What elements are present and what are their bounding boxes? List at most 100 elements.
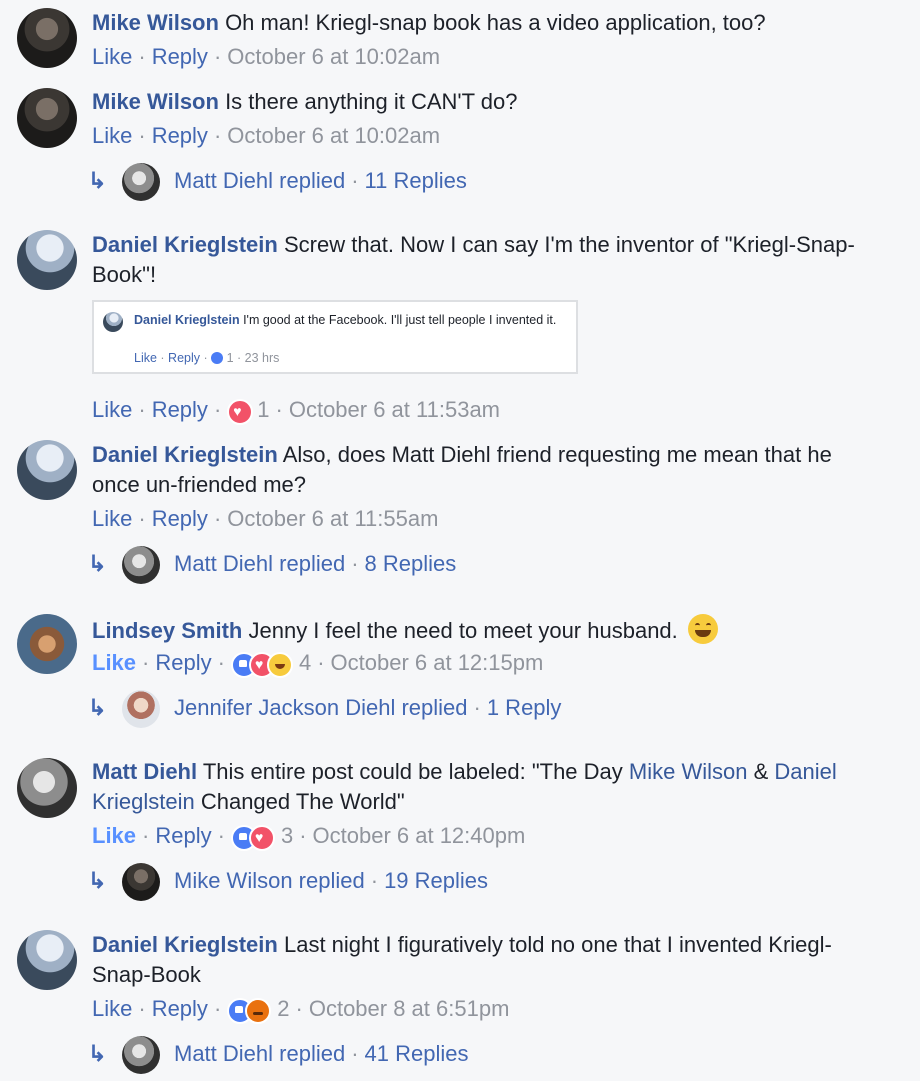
replier-avatar [122,690,160,729]
comment-body: Mike Wilson Is there anything it CAN'T d… [92,87,880,117]
comment-actions: Like · Reply · 2 · October 8 at 6:51pm [92,994,509,1024]
quoted-comment-image[interactable]: Daniel Krieglstein I'm good at the Faceb… [92,300,578,374]
quoted-like: Like [134,351,157,365]
comment-body: Mike Wilson Oh man! Kriegl-snap book has… [92,8,880,38]
reply-button[interactable]: Reply [152,397,208,422]
replier-name[interactable]: Matt Diehl replied [174,168,345,193]
comment-author[interactable]: Daniel Krieglstein [92,442,278,467]
replier-name[interactable]: Jennifer Jackson Diehl replied [174,695,468,720]
reaction-count[interactable]: 1 [257,397,269,422]
separator: · [138,996,146,1021]
avatar[interactable] [17,440,77,500]
comment-text-mid: & [747,759,775,784]
reaction-count[interactable]: 3 [281,823,293,848]
replier-name[interactable]: Matt Diehl replied [174,1041,345,1066]
separator: · [138,397,146,422]
comment-actions: Like · Reply · October 6 at 11:55am [92,504,438,534]
separator: · [317,650,325,675]
timestamp[interactable]: October 6 at 11:55am [227,506,438,531]
like-button[interactable]: Like [92,44,132,69]
separator: · [473,695,481,720]
timestamp[interactable]: October 6 at 10:02am [227,44,440,69]
separator: · [213,996,222,1021]
avatar[interactable] [17,88,77,148]
reply-count[interactable]: 11 Replies [365,168,467,193]
avatar[interactable] [17,230,77,290]
reactions[interactable] [227,998,272,1024]
separator: · [295,996,303,1021]
comment-body: Daniel Krieglstein Also, does Matt Diehl… [92,440,880,500]
replier-avatar [122,163,160,202]
replies-link[interactable]: ↳ Matt Diehl replied · 41 Replies [88,1034,469,1075]
haha-reaction-icon [266,652,293,678]
separator: · [213,506,222,531]
comment-actions: Like · Reply · October 6 at 10:02am [92,121,440,151]
reaction-count[interactable]: 2 [277,996,289,1021]
quoted-avatar [103,312,123,332]
comment-author[interactable]: Daniel Krieglstein [92,232,278,257]
reply-button[interactable]: Reply [152,123,208,148]
comment-author[interactable]: Matt Diehl [92,759,197,784]
timestamp[interactable]: October 6 at 12:40pm [313,823,526,848]
separator: · [138,123,146,148]
timestamp[interactable]: October 6 at 12:15pm [331,650,544,675]
comment-author[interactable]: Mike Wilson [92,10,219,35]
quoted-reaction-count: 1 [226,351,234,365]
avatar[interactable] [17,8,77,68]
avatar[interactable] [17,930,77,990]
comment-body: Daniel Krieglstein Last night I figurati… [92,930,880,990]
timestamp[interactable]: October 6 at 10:02am [227,123,440,148]
like-button[interactable]: Like [92,397,132,422]
replier-name[interactable]: Mike Wilson replied [174,868,365,893]
timestamp[interactable]: October 8 at 6:51pm [309,996,510,1021]
like-button[interactable]: Like [92,823,136,848]
separator: · [370,868,379,893]
separator: · [213,123,222,148]
replies-link[interactable]: ↳ Matt Diehl replied · 11 Replies [88,161,467,202]
reply-count[interactable]: 41 Replies [365,1041,469,1066]
mention-link[interactable]: Mike Wilson [629,759,748,784]
replies-link[interactable]: ↳ Mike Wilson replied · 19 Replies [88,861,488,902]
like-button[interactable]: Like [92,996,132,1021]
reactions[interactable] [230,652,293,678]
reply-button[interactable]: Reply [152,506,208,531]
quoted-reply: Reply [168,351,201,365]
like-reaction-icon [211,352,224,364]
comment-author[interactable]: Daniel Krieglstein [92,932,278,957]
avatar[interactable] [17,614,77,674]
comment-author[interactable]: Lindsey Smith [92,618,242,643]
comment-text: Oh man! Kriegl-snap book has a video app… [225,10,766,35]
reply-count[interactable]: 19 Replies [384,868,488,893]
replier-avatar [122,546,160,585]
love-reaction-icon [248,825,275,851]
reply-button[interactable]: Reply [155,823,211,848]
reply-count[interactable]: 8 Replies [365,551,457,576]
replies-link[interactable]: ↳ Jennifer Jackson Diehl replied · 1 Reply [88,688,562,729]
separator: · [138,506,146,531]
grinning-face-emoji-icon [687,614,718,644]
avatar[interactable] [17,758,77,818]
reply-button[interactable]: Reply [152,44,208,69]
like-button[interactable]: Like [92,506,132,531]
timestamp[interactable]: October 6 at 11:53am [289,397,500,422]
replies-link[interactable]: ↳ Matt Diehl replied · 8 Replies [88,544,457,585]
reply-arrow-icon: ↳ [88,1041,107,1066]
replier-avatar [122,863,160,902]
reply-button[interactable]: Reply [152,996,208,1021]
reactions[interactable] [227,399,254,425]
comment-author[interactable]: Mike Wilson [92,89,219,114]
comment-body: Lindsey Smith Jenny I feel the need to m… [92,614,880,646]
comment-body: Matt Diehl This entire post could be lab… [92,757,880,817]
like-button[interactable]: Like [92,650,136,675]
reactions[interactable] [230,825,275,851]
separator: · [351,551,359,576]
separator: · [142,823,150,848]
love-reaction-icon [227,399,254,425]
reaction-count[interactable]: 4 [299,650,311,675]
separator: · [142,650,150,675]
reply-button[interactable]: Reply [155,650,211,675]
like-button[interactable]: Like [92,123,132,148]
comment-text-before: This entire post could be labeled: "The … [202,759,629,784]
reply-count[interactable]: 1 Reply [487,695,562,720]
replier-name[interactable]: Matt Diehl replied [174,551,345,576]
